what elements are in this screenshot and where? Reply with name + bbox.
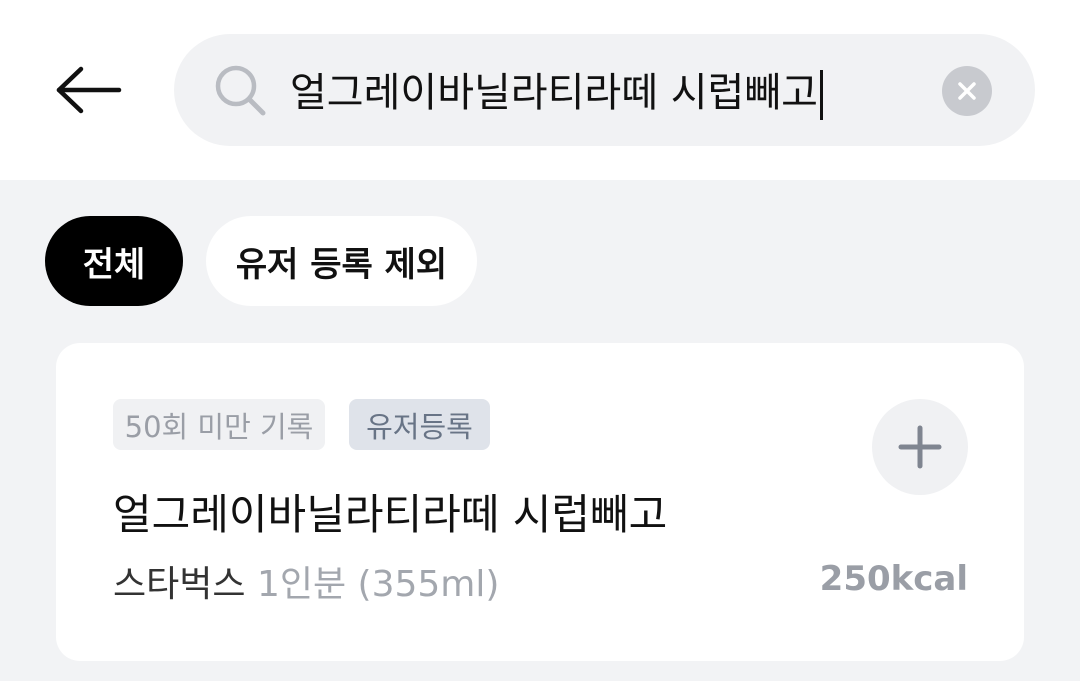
food-name: 얼그레이바닐라티라떼 시럽빼고 — [113, 490, 668, 539]
search-icon — [215, 65, 266, 116]
filter-chip-exclude-user[interactable]: 유저 등록 제외 — [206, 216, 477, 306]
search-input[interactable]: 얼그레이바닐라티라떼 시럽빼고 — [290, 60, 940, 120]
search-bar[interactable]: 얼그레이바닐라티라떼 시럽빼고 — [174, 34, 1035, 146]
food-calories: 250kcal — [819, 559, 968, 599]
text-caret — [819, 70, 823, 120]
food-serving: 1인분 (355ml) — [256, 564, 500, 605]
food-result-card[interactable]: 50회 미만 기록 유저등록 얼그레이바닐라티라떼 시럽빼고 스타벅스 1인분 … — [56, 343, 1024, 661]
record-count-badge: 50회 미만 기록 — [113, 399, 325, 450]
add-food-button[interactable] — [872, 399, 968, 495]
badge-label: 유저등록 — [366, 409, 473, 444]
plus-icon — [898, 425, 942, 469]
arrow-left-icon — [56, 66, 122, 114]
food-brand: 스타벅스 — [113, 564, 246, 605]
filter-chip-label: 전체 — [82, 244, 146, 285]
clear-icon — [958, 82, 976, 100]
badge-label: 50회 미만 기록 — [124, 409, 314, 444]
filter-chip-label: 유저 등록 제외 — [235, 244, 448, 285]
food-meta: 스타벅스 1인분 (355ml) — [113, 555, 499, 607]
user-registered-badge: 유저등록 — [349, 399, 490, 450]
clear-search-button[interactable] — [942, 66, 992, 116]
filter-chip-all[interactable]: 전체 — [45, 216, 183, 306]
back-button[interactable] — [50, 58, 126, 122]
top-bar: 얼그레이바닐라티라떼 시럽빼고 — [0, 0, 1080, 180]
search-query: 얼그레이바닐라티라떼 시럽빼고 — [290, 70, 818, 116]
